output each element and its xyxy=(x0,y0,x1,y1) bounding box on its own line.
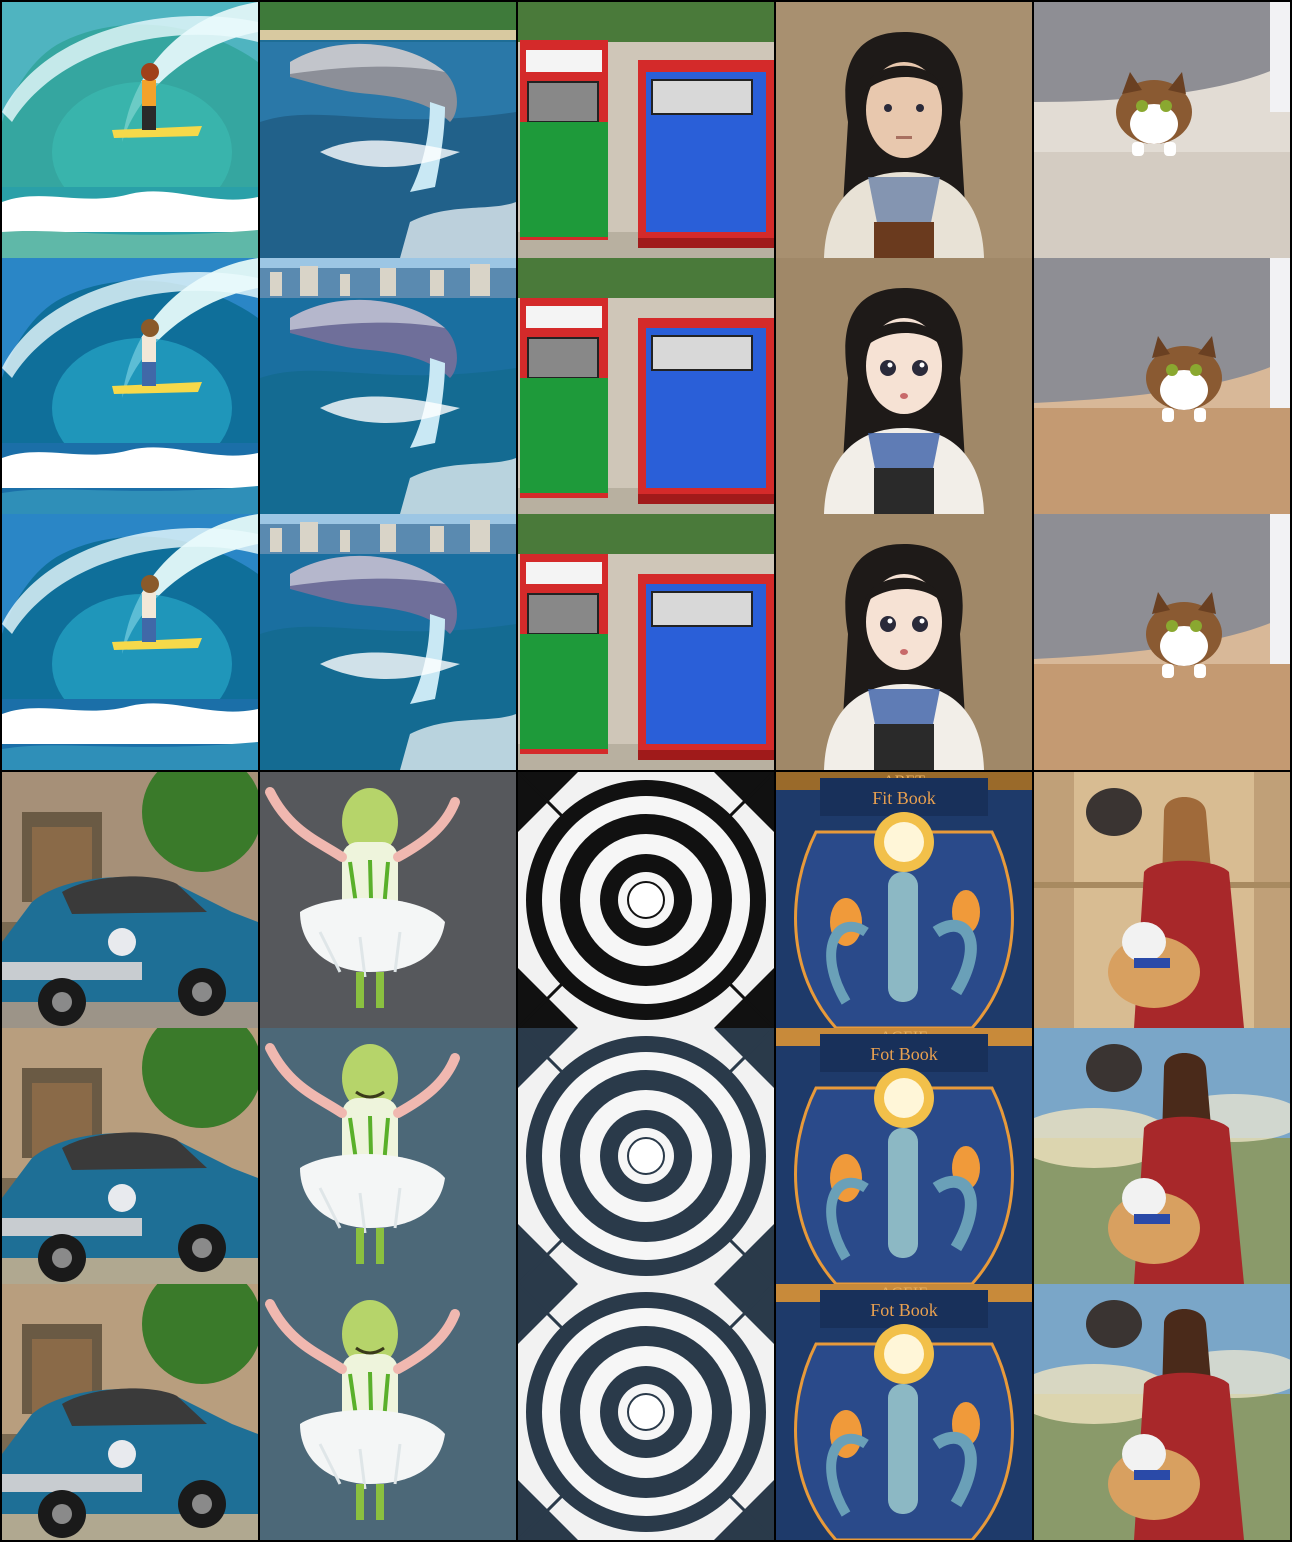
grid-image-mailboxes-anime xyxy=(518,258,774,514)
grid-image-concentric-rings-anime xyxy=(518,1284,774,1540)
grid-image-cat-under-sofa-anime xyxy=(1034,258,1290,514)
grid-image-concentric-rings-photo xyxy=(518,772,774,1028)
book-cover-title: Fot Book xyxy=(870,1300,938,1320)
grid-image-girl-portrait-anime xyxy=(776,514,1032,770)
grid-image-dolphin-anime xyxy=(260,514,516,770)
grid-image-onion-ballerina-anime xyxy=(260,1284,516,1540)
grid-image-blue-car-anime xyxy=(2,1028,258,1284)
grid-image-concentric-rings-anime xyxy=(518,1028,774,1284)
grid-image-girl-with-dog-photo xyxy=(1034,772,1290,1028)
grid-image-dolphin-photo xyxy=(260,2,516,258)
grid-image-girl-with-dog-anime xyxy=(1034,1284,1290,1540)
grid-image-mailboxes-photo xyxy=(518,2,774,258)
grid-image-blue-car-photo xyxy=(2,772,258,1028)
grid-image-surfer-photo-anime xyxy=(2,514,258,770)
grid-image-surfer-photo-anime xyxy=(2,258,258,514)
grid-image-girl-portrait-photo xyxy=(776,2,1032,258)
grid-image-book-cover-anime: AGEIE Fot Book xyxy=(776,1028,1032,1284)
grid-image-blue-car-anime xyxy=(2,1284,258,1540)
book-cover-title: Fit Book xyxy=(872,788,936,808)
grid-image-cat-under-sofa-photo xyxy=(1034,2,1290,258)
image-grid: ABET Fit Book AGEIE Fot Book xyxy=(0,0,1292,1542)
grid-image-book-cover-anime: AGEIE Fot Book xyxy=(776,1284,1032,1540)
grid-image-dolphin-anime xyxy=(260,258,516,514)
book-cover-title: Fot Book xyxy=(870,1044,938,1064)
grid-image-girl-with-dog-anime xyxy=(1034,1028,1290,1284)
grid-image-girl-portrait-anime xyxy=(776,258,1032,514)
grid-image-surfer-photo-photo xyxy=(2,2,258,258)
grid-image-onion-ballerina-anime xyxy=(260,1028,516,1284)
grid-image-onion-ballerina-photo xyxy=(260,772,516,1028)
grid-image-mailboxes-anime xyxy=(518,514,774,770)
grid-image-cat-under-sofa-anime xyxy=(1034,514,1290,770)
grid-image-book-cover-photo: ABET Fit Book xyxy=(776,772,1032,1028)
